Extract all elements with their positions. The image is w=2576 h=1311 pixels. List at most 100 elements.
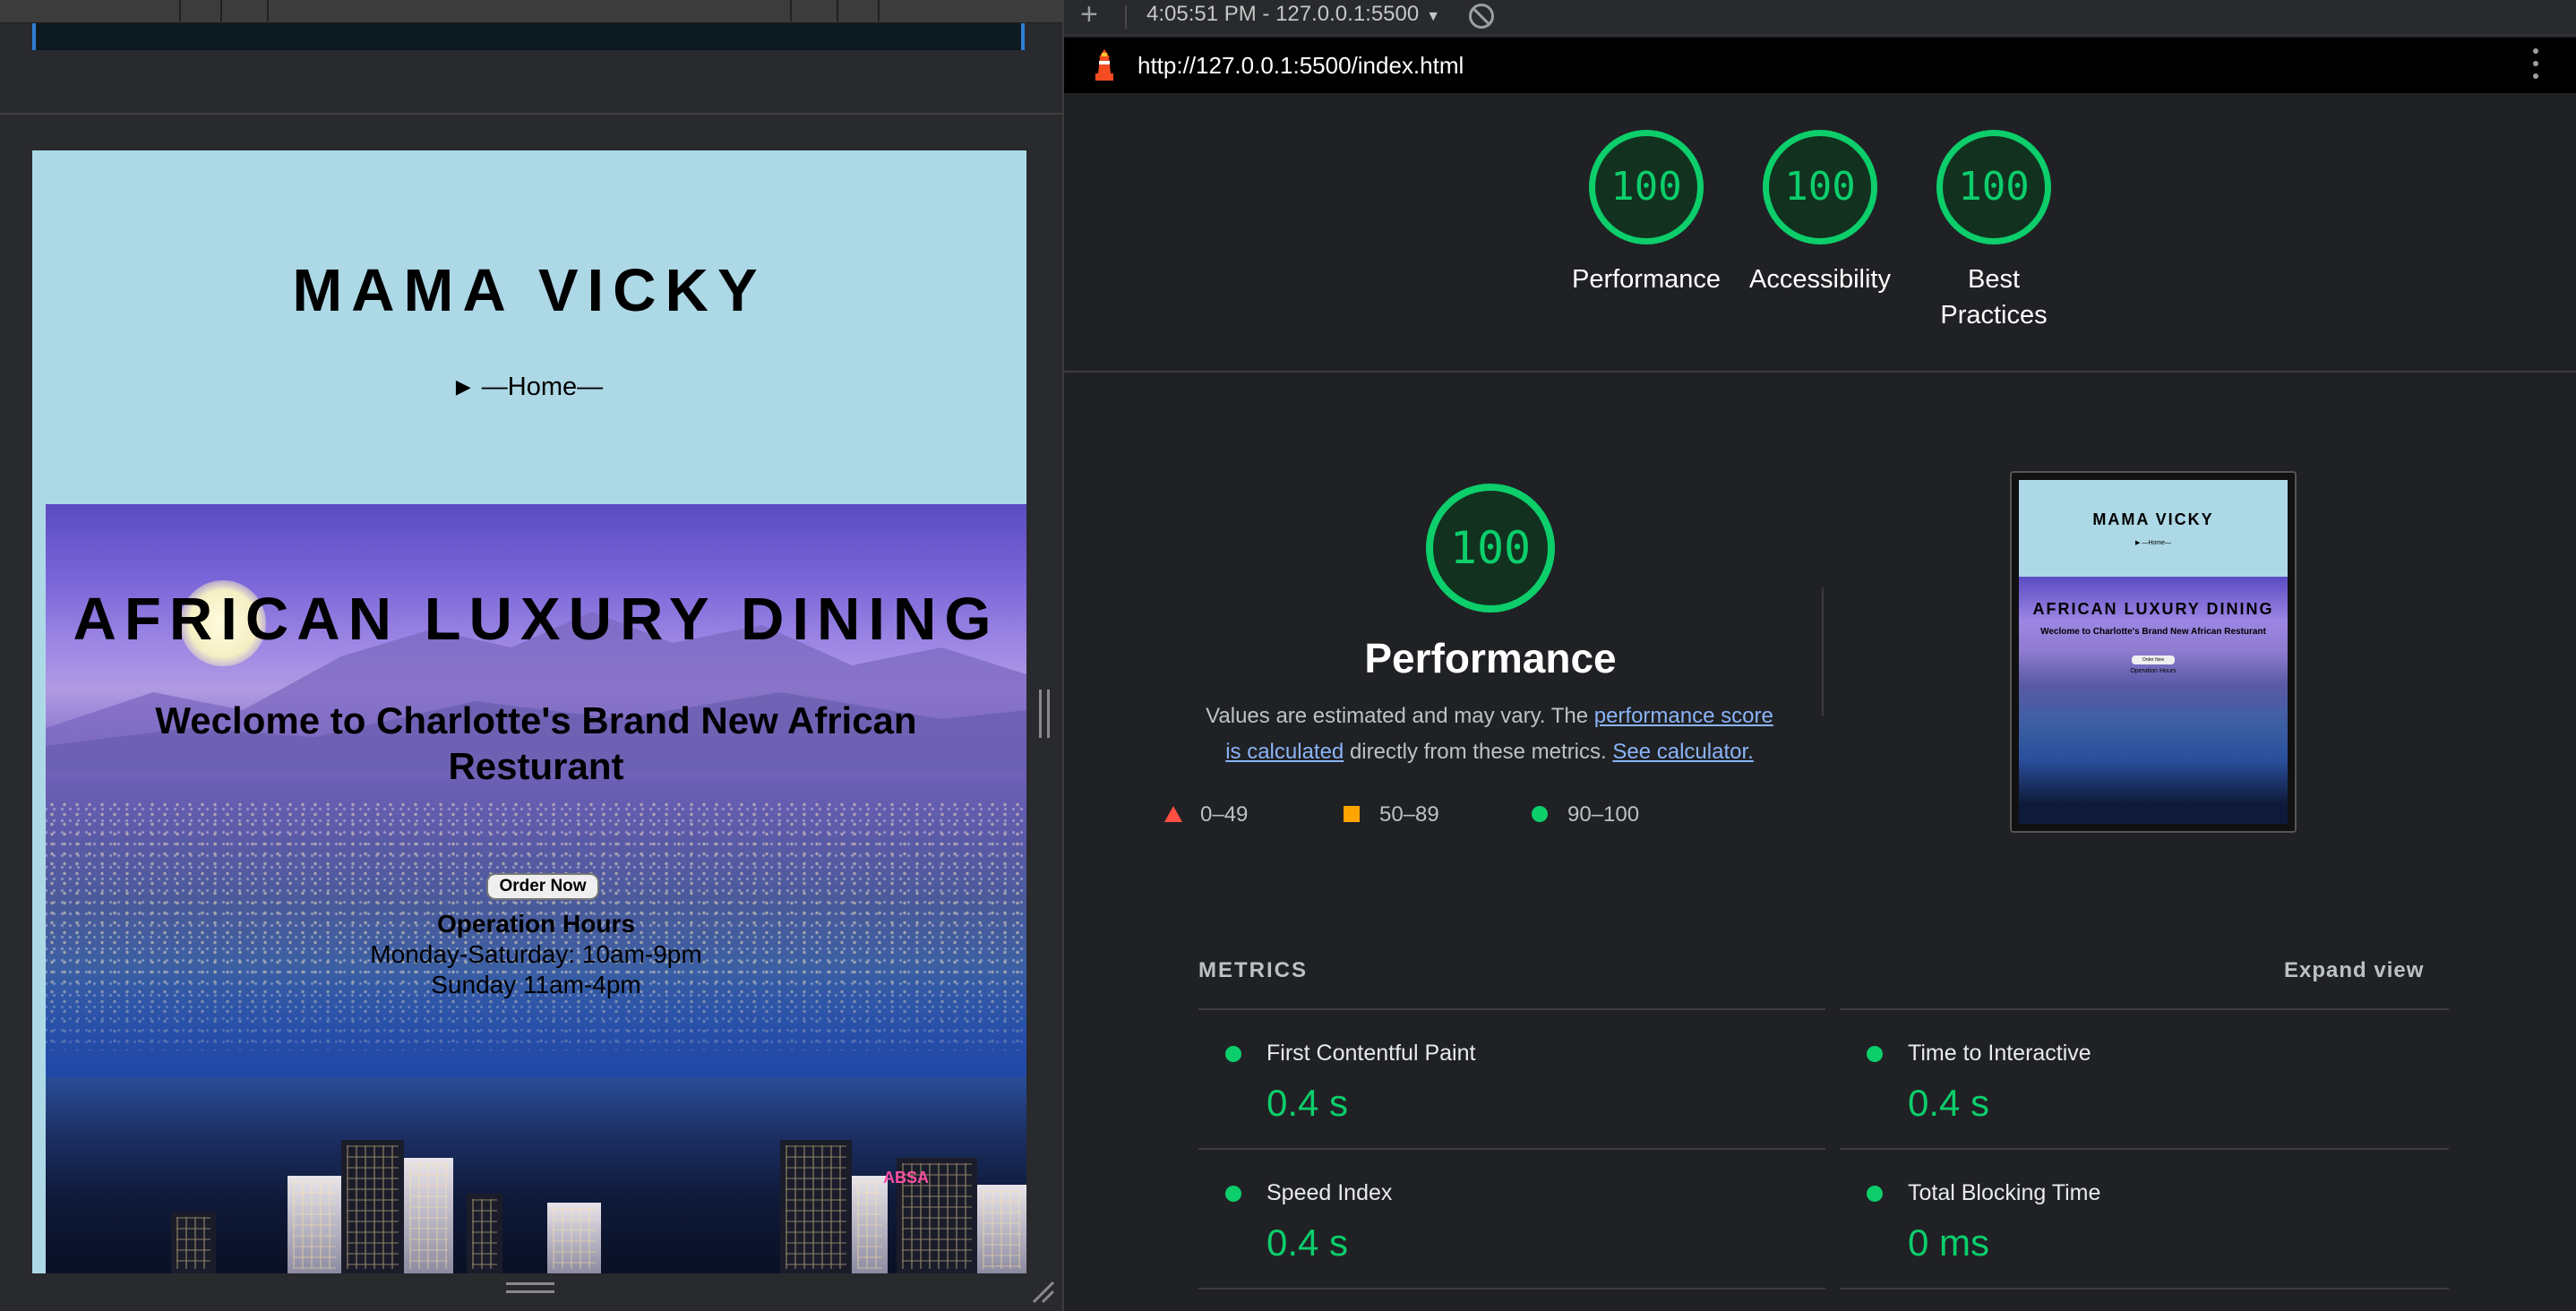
legend-range: 0–49 [1200,802,1249,827]
metric-label: Speed Index [1267,1180,1393,1205]
order-now-button[interactable]: Order Now [486,873,599,900]
pane-divider [0,113,1062,115]
toolbar-separator [1125,5,1127,29]
gauge-score: 100 [1610,164,1682,210]
metric-label: First Contentful Paint [1267,1041,1476,1066]
accessibility-gauge[interactable]: 100 [1763,130,1877,244]
building-graphic [404,1158,453,1273]
metric-label: Time to Interactive [1908,1041,2091,1066]
toolbar-separator [179,0,181,21]
legend-pass: 90–100 [1532,802,1639,827]
device-preview-pane: MAMA VICKY ▶ —Home— ABSA AFRICAN LUXURY … [0,0,1062,1311]
legend-average: 50–89 [1344,802,1439,827]
section-divider [1064,371,2576,373]
gauge-label[interactable]: Best Practices [1904,261,2083,333]
building-graphic [977,1185,1026,1273]
building-graphic [780,1140,852,1273]
thumbnail-title: MAMA VICKY [2092,510,2214,528]
building-graphic [467,1194,502,1273]
performance-title: Performance [1364,635,1617,681]
report-toolbar: + 4:05:51 PM - 127.0.0.1:5500 ▼ [1064,0,2576,36]
report-selector[interactable]: 4:05:51 PM - 127.0.0.1:5500 ▼ [1146,2,1440,27]
performance-gauge[interactable]: 100 [1589,130,1704,244]
best-practices-gauge[interactable]: 100 [1936,130,2051,244]
hero-title: AFRICAN LUXURY DINING [73,586,1000,653]
vertical-resize-handle[interactable] [1039,690,1050,738]
gauge-score: 100 [1958,164,2030,210]
new-report-button[interactable]: + [1080,0,1098,30]
lighthouse-panel: + 4:05:51 PM - 127.0.0.1:5500 ▼ http://12… [1062,0,2576,1311]
thumbnail-hours: Operation Hours [2130,668,2177,674]
pass-dot-icon [1867,1186,1883,1202]
pass-dot-icon [1225,1046,1241,1062]
dropdown-caret-icon[interactable]: ▼ [1426,9,1440,24]
building-graphic [288,1176,341,1273]
building-graphic [171,1212,216,1273]
disclosure-triangle-icon[interactable]: ▶ [456,375,471,398]
skyline-graphic [46,1077,1026,1273]
gauge-label[interactable]: Performance [1557,261,1736,297]
toolbar-separator [837,0,838,21]
thumbnail-nav: ▶ —Home— [2134,540,2171,546]
hero-subtitle: Weclome to Charlotte's Brand New African… [155,699,917,787]
hero-section: ABSA AFRICAN LUXURY DINING Weclome to Ch… [46,504,1026,1273]
performance-description: Values are estimated and may vary. The p… [1198,698,1781,770]
performance-score-gauge: 100 [1426,484,1555,613]
final-screenshot-thumbnail[interactable]: MAMA VICKY ▶ —Home— AFRICAN LUXURY DININ… [2010,471,2297,833]
device-toolbar [0,0,1062,23]
thumbnail-hero-subtitle: Weclome to Charlotte's Brand New African… [2040,627,2266,637]
vertical-divider [1822,587,1824,716]
performance-score: 100 [1449,522,1532,574]
metric-tbt: Total Blocking Time 0 ms [1840,1161,2467,1295]
absa-sign: ABSA [883,1169,930,1187]
metric-value: 0.4 s [1267,1221,1349,1264]
thumbnail-hero-title: AFRICAN LUXURY DINING [2032,600,2274,618]
clear-reports-icon[interactable] [1469,4,1494,29]
legend-range: 50–89 [1379,802,1439,827]
toolbar-separator [220,0,222,21]
metric-divider [1840,1008,2449,1010]
lighthouse-icon [1095,49,1113,81]
nav-home-label[interactable]: —Home— [482,373,603,401]
metric-value: 0.4 s [1267,1082,1349,1124]
site-nav[interactable]: ▶ —Home— [32,373,1026,402]
metric-divider [1198,1148,1825,1150]
metric-tti: Time to Interactive 0.4 s [1840,1021,2467,1155]
report-selector-label[interactable]: 4:05:51 PM - 127.0.0.1:5500 [1146,2,1419,26]
metric-divider [1840,1288,2449,1290]
metric-value: 0 ms [1908,1221,1990,1264]
metric-label: Total Blocking Time [1908,1180,2101,1205]
metric-value: 0.4 s [1908,1082,1990,1124]
page-preview: MAMA VICKY ▶ —Home— ABSA AFRICAN LUXURY … [32,150,1026,1273]
circle-icon [1532,806,1548,822]
thumbnail-button: Order Now [2132,656,2175,664]
hours-line: Monday-Saturday: 10am-9pm [370,940,702,968]
expand-view-button[interactable]: Expand view [2284,958,2424,983]
media-query-ruler[interactable] [32,23,1025,50]
toolbar-separator [790,0,792,21]
metric-fcp: First Contentful Paint 0.4 s [1198,1021,1825,1155]
pass-dot-icon [1867,1046,1883,1062]
site-title: MAMA VICKY [292,257,767,324]
gauge-label[interactable]: Accessibility [1730,261,1910,297]
metric-divider [1198,1288,1825,1290]
building-graphic [852,1176,888,1273]
description-text: directly from these metrics. [1344,740,1613,764]
horizontal-resize-handle[interactable] [506,1282,554,1293]
report-url: http://127.0.0.1:5500/index.html [1138,52,1464,79]
legend-range: 90–100 [1567,802,1640,827]
thumbnail-hero: AFRICAN LUXURY DINING Weclome to Charlot… [2019,577,2288,824]
metric-divider [1198,1008,1825,1010]
corner-resize-icon[interactable] [1030,1279,1055,1304]
triangle-icon [1164,806,1182,822]
more-options-icon[interactable] [2533,48,2540,82]
square-icon [1344,806,1360,822]
see-calculator-link[interactable]: See calculator. [1612,740,1753,764]
legend-fail: 0–49 [1164,802,1248,827]
building-graphic [341,1140,404,1273]
pass-dot-icon [1225,1186,1241,1202]
report-url-bar: http://127.0.0.1:5500/index.html [1064,38,2576,93]
thumbnail-page: MAMA VICKY ▶ —Home— AFRICAN LUXURY DININ… [2019,480,2288,824]
gauge-score: 100 [1784,164,1856,210]
hours-title: Operation Hours [437,910,635,938]
